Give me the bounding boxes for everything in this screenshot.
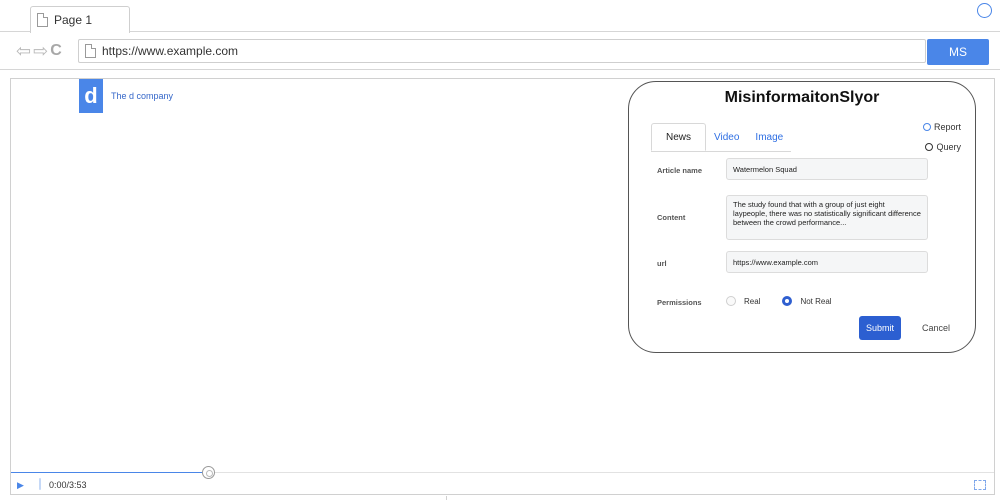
url-field[interactable]: https://www.example.com [78, 39, 926, 63]
media-scrubber-handle[interactable] [202, 466, 215, 479]
extension-ms-button[interactable]: MS [927, 39, 989, 65]
site-brand[interactable]: d The d company [79, 79, 173, 113]
forward-arrow-icon[interactable]: ⇨ [33, 41, 48, 61]
content-label: Content [657, 213, 686, 222]
tab-news[interactable]: News [651, 123, 707, 151]
radio-selected-icon [922, 123, 931, 131]
page-viewport: d The d company MisinformaitonSlyor Repo… [10, 78, 995, 495]
misinformation-popup: MisinformaitonSlyor Report Query News Vi… [628, 81, 976, 353]
media-progress-filled [11, 472, 208, 473]
address-bar-row: ⇦ ⇨ C https://www.example.com MS [0, 32, 1000, 70]
fullscreen-icon[interactable] [974, 480, 986, 490]
page-icon [85, 44, 96, 58]
radio-unselected-icon [925, 143, 934, 151]
page-icon [37, 13, 48, 27]
permission-not-real-option[interactable]: Not Real [782, 296, 832, 306]
tab-video[interactable]: Video [706, 123, 747, 151]
url-text: https://www.example.com [102, 44, 239, 58]
content-type-tabs: News Video Image [651, 121, 791, 151]
tab-title: Page 1 [54, 13, 93, 27]
nav-controls: ⇦ ⇨ C [16, 41, 62, 61]
mode-report-radio[interactable]: Report [922, 122, 961, 132]
permissions-options: Real Not Real [726, 296, 854, 306]
media-time: 0:00/3:53 [49, 480, 87, 490]
company-name: The d company [111, 91, 174, 101]
company-logo: d [79, 79, 103, 113]
cancel-button[interactable]: Cancel [916, 316, 956, 340]
url-label: url [657, 259, 667, 268]
back-arrow-icon[interactable]: ⇦ [16, 41, 31, 61]
bottom-divider [446, 496, 447, 500]
profile-circle-icon[interactable] [977, 3, 992, 18]
submit-button[interactable]: Submit [859, 316, 901, 340]
article-name-label: Article name [657, 166, 703, 175]
popup-title: MisinformaitonSlyor [724, 89, 880, 106]
tab-image[interactable]: Image [747, 123, 791, 151]
mode-report-label: Report [933, 122, 961, 132]
browser-tab[interactable]: Page 1 [30, 6, 130, 33]
media-progress-track[interactable] [208, 472, 994, 473]
tabs-divider [651, 151, 791, 152]
radio-selected-icon [782, 296, 793, 306]
radio-unselected-icon [726, 296, 736, 306]
play-icon[interactable]: ▶ [17, 480, 24, 491]
article-name-input[interactable]: Watermelon Squad [726, 158, 928, 180]
mode-query-label: Query [936, 142, 961, 152]
permission-not-real-label: Not Real [800, 296, 832, 306]
reload-icon[interactable]: C [50, 41, 62, 61]
mode-query-radio[interactable]: Query [925, 142, 961, 152]
permissions-label: Permissions [657, 298, 702, 307]
volume-icon[interactable] [39, 478, 41, 490]
tab-strip: Page 1 [0, 0, 1000, 33]
permission-real-option[interactable]: Real [726, 296, 760, 306]
url-input[interactable]: https://www.example.com [726, 251, 928, 273]
content-textarea[interactable]: The study found that with a group of jus… [726, 195, 928, 240]
permission-real-label: Real [744, 296, 761, 306]
